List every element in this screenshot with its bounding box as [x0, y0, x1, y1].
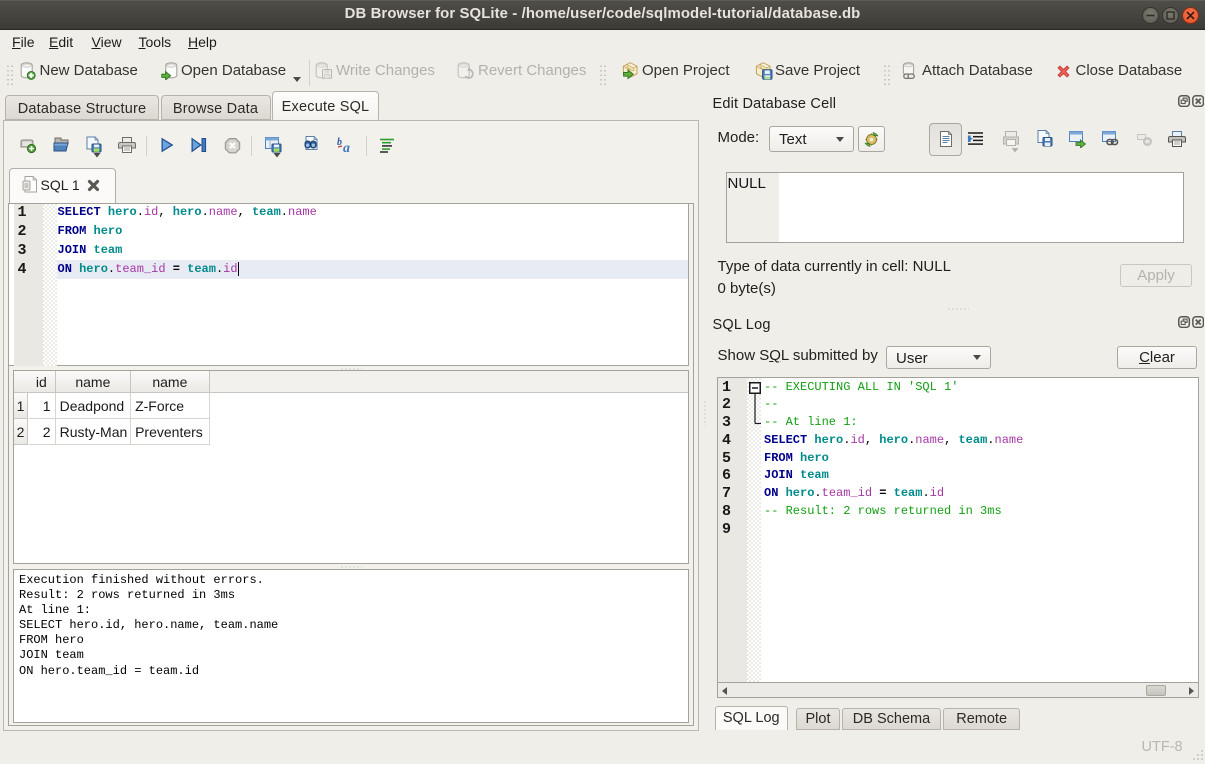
svg-text:a: a	[343, 141, 350, 155]
